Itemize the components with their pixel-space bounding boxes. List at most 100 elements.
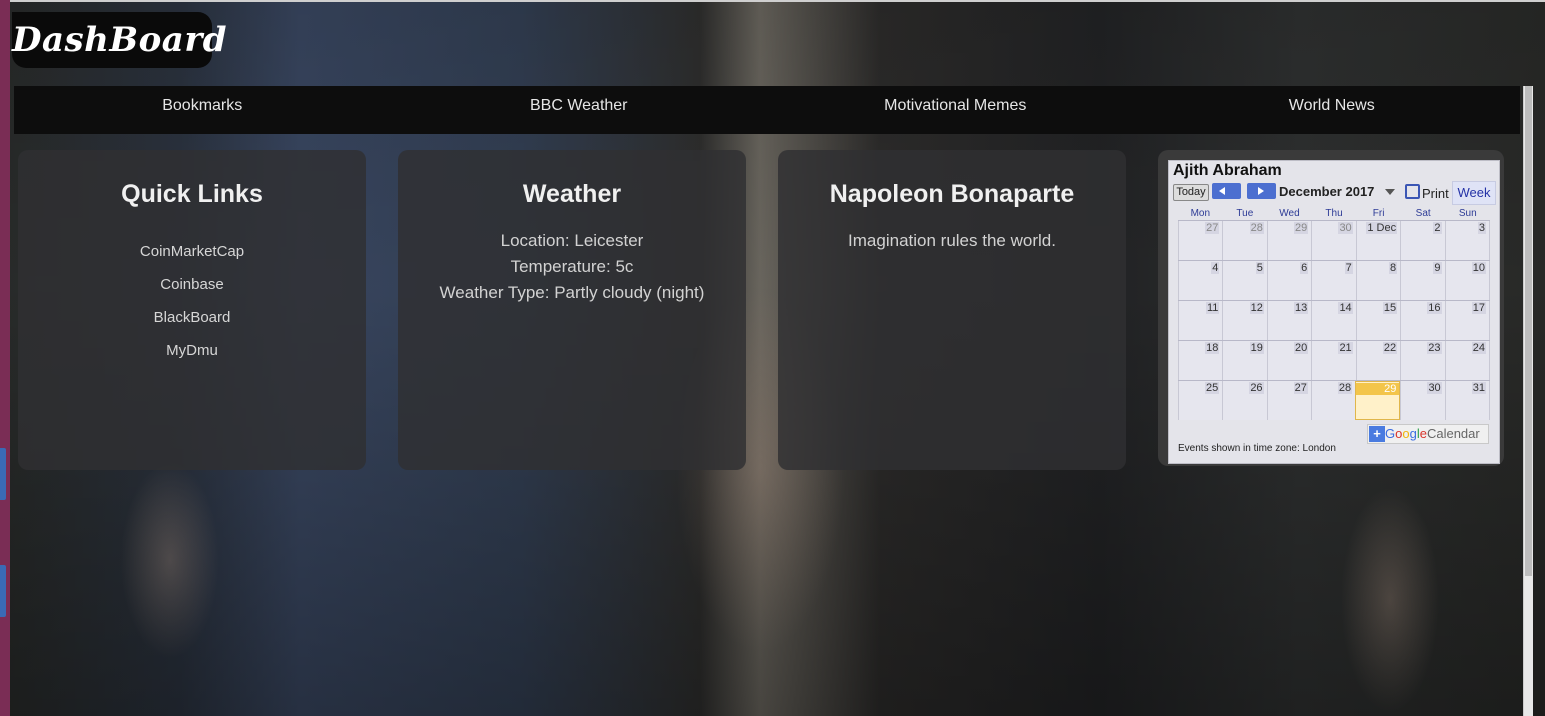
calendar-day-cell[interactable]: 31 (1444, 381, 1490, 420)
printer-icon (1405, 184, 1420, 199)
nav-world-news[interactable]: World News (1144, 86, 1521, 134)
month-dropdown-icon[interactable] (1385, 189, 1395, 200)
calendar-day-number: 3 (1477, 222, 1486, 234)
quick-links-card: Quick Links CoinMarketCap Coinbase Black… (18, 150, 366, 470)
nav-motivational-memes[interactable]: Motivational Memes (767, 86, 1144, 134)
calendar-day-number: 11 (1206, 302, 1220, 314)
calendar-day-number: 7 (1344, 262, 1353, 274)
gcal-brand-letter: o (1402, 426, 1410, 441)
calendar-day-cell[interactable]: 27 (1178, 221, 1223, 260)
calendar-day-cell[interactable]: 18 (1178, 341, 1223, 380)
calendar-day-cell[interactable]: 26 (1222, 381, 1267, 420)
calendar-day-cell[interactable]: 20 (1266, 341, 1312, 380)
calendar-week-row: 27 28 29 30 1 Dec 2 3 (1178, 220, 1490, 260)
gcal-brand-letter: e (1419, 426, 1427, 441)
dow-label: Thu (1325, 208, 1343, 219)
dow-label: Fri (1372, 208, 1385, 219)
launcher-tab[interactable] (0, 448, 6, 500)
calendar-day-cell[interactable]: 28 (1222, 221, 1267, 260)
calendar-weeks: 27 28 29 30 1 Dec 2 3 4 5 6 7 8 9 10 11 12 13 14 15 16 17 18 1… (1178, 220, 1490, 420)
nav-bbc-weather[interactable]: BBC Weather (391, 86, 768, 134)
calendar-day-cell[interactable]: 17 (1444, 301, 1490, 340)
calendar-print-button[interactable]: Print (1405, 184, 1449, 201)
calendar-day-cell[interactable]: 19 (1222, 341, 1267, 380)
calendar-day-number: 18 (1205, 342, 1220, 354)
calendar-day-cell[interactable]: 21 (1311, 341, 1356, 380)
calendar-week-tab[interactable]: Week (1452, 181, 1496, 205)
calendar-day-cell[interactable]: 29 (1355, 381, 1401, 420)
calendar-card: Ajith Abraham Today December 2017 Print … (1158, 150, 1504, 466)
calendar-week-row: 4 5 6 7 8 9 10 (1178, 260, 1490, 300)
calendar-day-number: 30 (1338, 222, 1353, 234)
calendar-day-cell[interactable]: 11 (1178, 301, 1223, 340)
dow-label: Tue (1236, 208, 1254, 219)
calendar-today-button[interactable]: Today (1173, 184, 1209, 201)
calendar-day-cell[interactable]: 2 (1400, 221, 1445, 260)
dashboard-logo: DashBoard (12, 12, 227, 68)
gcal-brand-letter: g (1409, 426, 1417, 441)
calendar-day-cell[interactable]: 6 (1266, 261, 1312, 300)
calendar-day-number: 28 (1337, 382, 1353, 394)
calendar-day-cell[interactable]: 12 (1222, 301, 1267, 340)
calendar-day-number: 4 (1211, 262, 1220, 274)
link-blackboard[interactable]: BlackBoard (18, 309, 366, 326)
calendar-day-cell[interactable]: 10 (1444, 261, 1490, 300)
link-coinbase[interactable]: Coinbase (18, 276, 366, 293)
calendar-day-cell[interactable]: 23 (1400, 341, 1445, 380)
calendar-day-cell[interactable]: 15 (1355, 301, 1401, 340)
calendar-day-number: 27 (1293, 382, 1308, 394)
calendar-day-cell[interactable]: 14 (1311, 301, 1356, 340)
calendar-next-icon[interactable] (1247, 183, 1276, 199)
calendar-day-number: 16 (1427, 302, 1442, 314)
calendar-day-cell[interactable]: 30 (1311, 221, 1356, 260)
dow-label: Sat (1415, 208, 1431, 219)
calendar-day-number: 10 (1471, 262, 1486, 274)
calendar-day-cell[interactable]: 25 (1178, 381, 1223, 420)
scrollbar-thumb[interactable] (1525, 86, 1532, 576)
add-to-google-calendar-button[interactable]: + GoogleCalendar (1367, 424, 1489, 444)
calendar-day-cell[interactable]: 24 (1444, 341, 1490, 380)
calendar-day-number: 9 (1433, 262, 1442, 274)
calendar-day-number: 12 (1249, 302, 1264, 314)
calendar-week-row: 11 12 13 14 15 16 17 (1178, 300, 1490, 340)
calendar-day-cell[interactable]: 27 (1266, 381, 1311, 420)
gcal-suffix: Calendar (1426, 426, 1480, 441)
calendar-day-number: 2 (1433, 222, 1442, 234)
calendar-dow-row: Mon Tue Wed Thu Fri Sat Sun (1178, 208, 1490, 220)
link-coinmarketcap[interactable]: CoinMarketCap (18, 243, 366, 260)
calendar-day-number: 15 (1382, 302, 1398, 314)
calendar-day-cell[interactable]: 22 (1355, 341, 1401, 380)
calendar-day-cell[interactable]: 28 (1310, 381, 1356, 420)
weather-card: Weather Location: Leicester Temperature:… (398, 150, 746, 470)
calendar-day-cell[interactable]: 1 Dec (1355, 221, 1401, 260)
quick-links-title: Quick Links (121, 180, 263, 208)
main-navbar: Bookmarks BBC Weather Motivational Memes… (14, 86, 1520, 134)
page-scrollbar[interactable] (1523, 86, 1533, 716)
calendar-day-cell[interactable]: 16 (1400, 301, 1445, 340)
calendar-day-cell[interactable]: 5 (1222, 261, 1267, 300)
calendar-day-cell[interactable]: 30 (1400, 381, 1445, 420)
calendar-month-label: December 2017 (1279, 184, 1375, 199)
calendar-day-number: 1 Dec (1366, 222, 1398, 234)
calendar-day-cell[interactable]: 29 (1266, 221, 1312, 260)
calendar-prev-icon[interactable] (1212, 183, 1241, 199)
calendar-week-row: 18 19 20 21 22 23 24 (1178, 340, 1490, 380)
launcher-tab[interactable] (0, 565, 6, 617)
os-launcher-strip (0, 0, 10, 716)
calendar-timezone-note: Events shown in time zone: London (1178, 443, 1336, 454)
calendar-day-cell[interactable]: 13 (1266, 301, 1312, 340)
calendar-day-number: 23 (1427, 342, 1442, 354)
calendar-day-cell[interactable]: 4 (1178, 261, 1223, 300)
link-mydmu[interactable]: MyDmu (18, 342, 366, 359)
gcal-brand-letter: G (1385, 426, 1396, 441)
calendar-day-number: 20 (1294, 342, 1309, 354)
calendar-day-cell[interactable]: 7 (1311, 261, 1356, 300)
quick-links-list: CoinMarketCap Coinbase BlackBoard MyDmu (18, 243, 366, 359)
calendar-day-number: 17 (1471, 302, 1486, 314)
calendar-day-cell[interactable]: 9 (1400, 261, 1445, 300)
calendar-day-cell[interactable]: 8 (1355, 261, 1401, 300)
dow-label: Wed (1279, 208, 1300, 219)
google-calendar-embed: Ajith Abraham Today December 2017 Print … (1168, 160, 1500, 464)
calendar-day-cell[interactable]: 3 (1444, 221, 1490, 260)
nav-bookmarks[interactable]: Bookmarks (14, 86, 391, 134)
